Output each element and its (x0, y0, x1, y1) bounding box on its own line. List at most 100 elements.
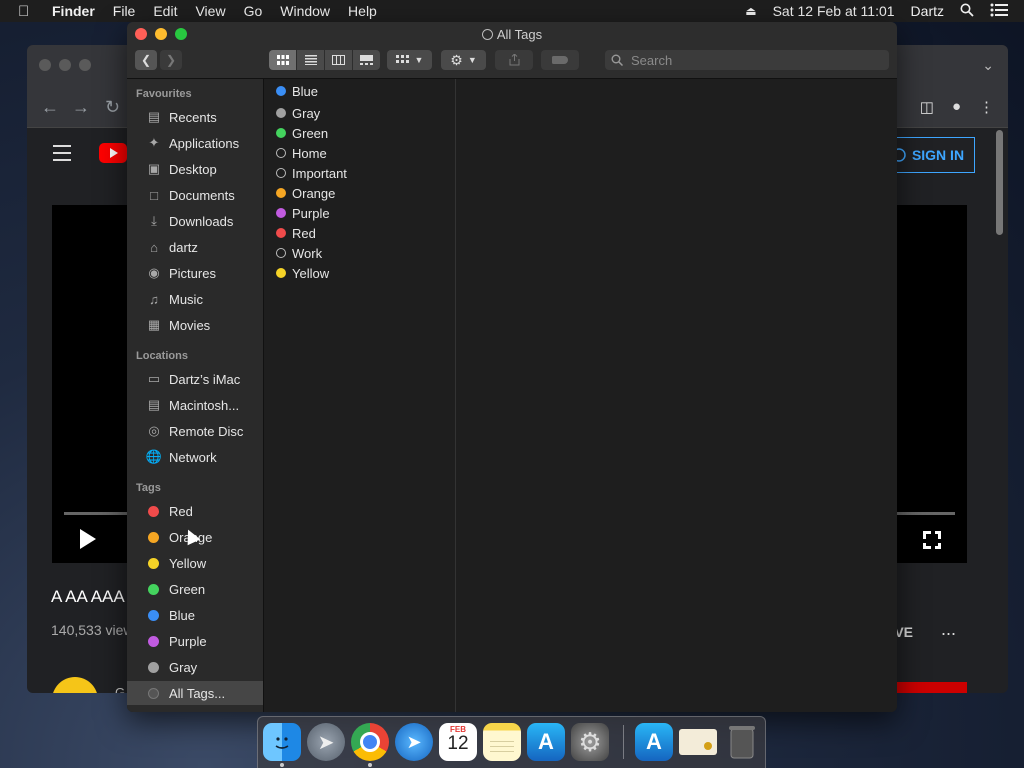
app-store-dock-icon[interactable]: A (527, 723, 565, 761)
tag-row-red[interactable]: Red (264, 223, 455, 243)
home-icon: ⌂ (150, 239, 158, 255)
chrome-dock-icon[interactable] (351, 723, 389, 761)
sidebar-tag-purple[interactable]: Purple (127, 629, 263, 653)
eject-icon[interactable]: ⏏ (745, 4, 756, 18)
column-view-button[interactable] (325, 50, 352, 70)
finder-titlebar: All Tags ❮ ❯ ▼ ⚙ ▼ (127, 22, 897, 79)
menu-app-name[interactable]: Finder (52, 3, 95, 19)
more-actions-button[interactable]: ... (941, 619, 956, 640)
menu-file[interactable]: File (113, 3, 136, 19)
sidebar-tag-green[interactable]: Green (127, 577, 263, 601)
group-by-button[interactable]: ▼ (387, 50, 432, 70)
group-grid-icon (395, 55, 409, 63)
sidebar-toggle-icon[interactable]: ◫ (920, 98, 934, 116)
sidebar-item-label: Gray (169, 659, 198, 675)
control-center-icon[interactable] (990, 3, 1008, 20)
sidebar-item-music[interactable]: ♫ Music (127, 287, 263, 311)
menu-view[interactable]: View (195, 3, 225, 19)
forward-button[interactable]: ❯ (160, 50, 182, 70)
sidebar-item-label: Downloads (169, 213, 234, 229)
youtube-logo-icon[interactable] (99, 143, 127, 163)
sidebar-item-dartz[interactable]: ⌂ dartz (127, 235, 263, 259)
finder-dock-icon[interactable] (263, 723, 301, 761)
calendar-dock-icon[interactable]: FEB 12 (439, 723, 477, 761)
search-field[interactable] (605, 50, 889, 70)
tag-row-yellow[interactable]: Yellow (264, 263, 455, 283)
subscribe-button[interactable] (897, 682, 967, 693)
icon-view-button[interactable] (269, 50, 296, 70)
sidebar-tag-red[interactable]: Red (127, 499, 263, 523)
sidebar-tag-blue[interactable]: Blue (127, 603, 263, 627)
spotlight-search-icon[interactable] (960, 3, 974, 20)
save-button[interactable]: VE (894, 624, 913, 640)
tag-row-orange[interactable]: Orange (264, 183, 455, 203)
certificate-dock-icon[interactable] (679, 729, 717, 755)
channel-avatar[interactable] (52, 677, 98, 693)
trash-dock-icon[interactable] (723, 723, 761, 761)
calendar-day: 12 (447, 733, 469, 754)
sidebar-item-downloads[interactable]: ⤓ Downloads (127, 209, 263, 233)
sidebar-item-documents[interactable]: □ Documents (127, 183, 263, 207)
sidebar-item-pictures[interactable]: ◉ Pictures (127, 261, 263, 285)
list-view-button[interactable] (297, 50, 324, 70)
menu-help[interactable]: Help (348, 3, 377, 19)
tag-color-dot (276, 268, 286, 278)
action-menu-button[interactable]: ⚙ ▼ (441, 50, 486, 70)
app-store-download-dock-icon[interactable]: A (635, 723, 673, 761)
play-icon[interactable] (80, 529, 96, 549)
share-button[interactable] (495, 50, 533, 70)
tag-row-purple[interactable]: Purple (264, 203, 455, 223)
profile-icon[interactable]: ● (952, 98, 961, 116)
gallery-view-button[interactable] (353, 50, 380, 70)
sidebar-tag-yellow[interactable]: Yellow (127, 551, 263, 575)
sidebar-tag-gray[interactable]: Gray (127, 655, 263, 679)
menu-window[interactable]: Window (280, 3, 330, 19)
tag-row-gray[interactable]: Gray (264, 103, 455, 123)
tag-color-dot (276, 86, 286, 96)
sidebar-item-label: Pictures (169, 265, 216, 281)
tag-row-home[interactable]: Home (264, 143, 455, 163)
browser-zoom-button[interactable] (79, 59, 91, 71)
hamburger-menu-icon[interactable] (53, 145, 71, 166)
tag-row-green[interactable]: Green (264, 123, 455, 143)
sidebar-item-imac[interactable]: ▭ Dartz’s iMac (127, 367, 263, 391)
camera-icon: ◉ (148, 265, 160, 280)
sidebar-item-applications[interactable]: ✦ Applications (127, 131, 263, 155)
sidebar-item-label: Applications (169, 135, 240, 151)
back-arrow-icon[interactable]: ← (41, 97, 59, 118)
fullscreen-icon[interactable] (923, 531, 941, 549)
tag-row-blue[interactable]: Blue (264, 81, 455, 101)
menu-go[interactable]: Go (244, 3, 263, 19)
tag-row-work[interactable]: Work (264, 243, 455, 263)
search-input[interactable] (629, 51, 873, 69)
tag-row-label: Purple (292, 205, 330, 221)
tag-color-dot (148, 505, 159, 517)
edit-tags-button[interactable] (541, 50, 579, 70)
channel-name[interactable]: G (115, 685, 125, 693)
safari-dock-icon[interactable]: ➤ (395, 723, 433, 761)
browser-scrollbar[interactable] (996, 130, 1003, 235)
browser-minimize-button[interactable] (59, 59, 71, 71)
menu-edit[interactable]: Edit (153, 3, 177, 19)
tag-row-important[interactable]: Important (264, 163, 455, 183)
sidebar-tag-all-tags[interactable]: All Tags... (127, 681, 263, 705)
forward-arrow-icon[interactable]: → (72, 97, 90, 118)
chevron-down-icon[interactable]: ⌄ (982, 57, 994, 74)
launchpad-dock-icon[interactable]: ➤ (307, 723, 345, 761)
notes-dock-icon[interactable] (483, 723, 521, 761)
sign-in-label: SIGN IN (911, 147, 965, 163)
sidebar-item-desktop[interactable]: ▣ Desktop (127, 157, 263, 181)
browser-close-button[interactable] (39, 59, 51, 71)
menubar-user[interactable]: Dartz (911, 3, 944, 19)
apple-menu-icon[interactable]:  (18, 3, 38, 20)
sidebar-item-network[interactable]: 🌐 Network (127, 445, 263, 469)
reload-icon[interactable]: ↻ (105, 97, 120, 118)
sidebar-item-macintosh-hd[interactable]: ▤ Macintosh... (127, 393, 263, 417)
menubar-datetime[interactable]: Sat 12 Feb at 11:01 (773, 3, 895, 19)
sidebar-item-remote-disc[interactable]: ◎ Remote Disc (127, 419, 263, 443)
system-preferences-dock-icon[interactable]: ⚙ (571, 723, 609, 761)
kebab-menu-icon[interactable]: ⋮ (979, 98, 994, 116)
back-button[interactable]: ❮ (135, 50, 157, 70)
sidebar-item-movies[interactable]: ▦ Movies (127, 313, 263, 337)
sidebar-item-recents[interactable]: ▤ Recents (127, 105, 263, 129)
